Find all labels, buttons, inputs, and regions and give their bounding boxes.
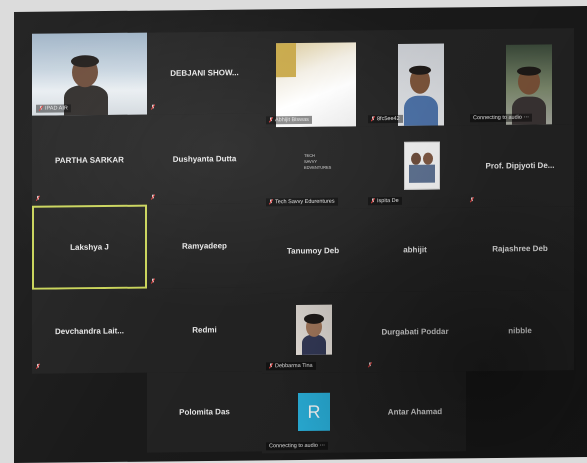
participant-tile-ramyadeep[interactable]: Ramyadeep [147, 203, 262, 289]
participant-name: Antar Ahamad [387, 407, 443, 417]
participant-grid: IPAD AIR DEBJANI SHOW... Abhijit Biswas … [14, 6, 587, 463]
participant-tile-ipad-air[interactable]: IPAD AIR [32, 32, 147, 116]
participant-tile-partha-sarkar[interactable]: PARTHA SARKAR [32, 114, 147, 206]
participant-name: Durgabati Poddar [381, 326, 449, 337]
mic-muted-icon [371, 198, 375, 204]
mic-muted-icon [39, 106, 43, 112]
participant-tile-abhijit-biswas[interactable]: Abhijit Biswas [262, 30, 364, 128]
participant-name: Lakshya J [70, 242, 109, 252]
participant-name: Rajashree Deb [492, 243, 548, 254]
participant-label: 8fc5ee42 [368, 114, 403, 124]
participant-video [296, 304, 332, 356]
mic-muted-icon [269, 363, 273, 369]
mic-muted-icon [36, 196, 40, 202]
participant-label: IPAD AIR [36, 104, 71, 113]
mic-muted-icon [151, 279, 155, 285]
participant-tile-devchandra[interactable]: Devchandra Lait... [32, 288, 147, 374]
participant-tile-redmi[interactable]: Redmi [147, 287, 262, 373]
participant-name: nibble [508, 326, 532, 336]
participant-name: abhijit [403, 245, 427, 255]
mic-muted-icon [269, 199, 273, 205]
participant-name: Polomita Das [179, 407, 230, 417]
participant-name: PARTHA SARKAR [55, 155, 124, 166]
participant-tile-polomita-das[interactable]: Polomita Das [147, 371, 262, 453]
participant-tile-durgabati-poddar[interactable]: Durgabati Poddar [364, 291, 466, 373]
participant-tile-debjani[interactable]: DEBJANI SHOW... [147, 31, 262, 115]
participant-video [32, 32, 147, 116]
participant-tile-lakshya-j[interactable]: Lakshya J [32, 204, 147, 290]
participant-tile-prof-dipjyoti[interactable]: Prof. Dipjyoti De... [466, 124, 574, 208]
participant-tile-debbarma-tina[interactable]: Debbarma Tina [262, 292, 364, 374]
participant-tile-tanumoy-deb[interactable]: Tanumoy Deb [262, 208, 364, 294]
photo-of-screen: IPAD AIR DEBJANI SHOW... Abhijit Biswas … [0, 0, 587, 463]
mic-muted-icon [151, 105, 155, 111]
avatar: R [298, 392, 330, 432]
mic-muted-icon [368, 362, 372, 368]
participant-label: Connecting to audio ⋯ [266, 441, 328, 451]
participant-name: Redmi [192, 325, 217, 335]
participant-tile-connecting-audio[interactable]: Connecting to audio ⋯ [466, 28, 574, 126]
participant-tile-8fc5ee42[interactable]: 8fc5ee42 [364, 29, 466, 127]
participant-tile-rajashree-deb[interactable]: Rajashree Deb [466, 206, 574, 292]
participant-video [276, 42, 356, 128]
participant-tile-ispita-de[interactable]: Ispita De [364, 125, 466, 209]
participant-label: Ispita De [368, 196, 402, 206]
tech-savvy-logo: TECH SAVVY EDVENTURES [304, 152, 332, 170]
participant-name: Devchandra Lait... [55, 326, 124, 337]
participant-label: Tech Savvy Edurentures [266, 197, 338, 207]
mic-muted-icon [151, 195, 155, 201]
participant-name: Tanumoy Deb [286, 246, 340, 256]
participant-name: Prof. Dipjyoti De... [485, 160, 555, 171]
zoom-gallery-view: IPAD AIR DEBJANI SHOW... Abhijit Biswas … [14, 5, 587, 463]
participant-tile-abhijit[interactable]: abhijit [364, 207, 466, 293]
mic-muted-icon [269, 117, 273, 123]
participant-name: Dushyanta Dutta [172, 154, 237, 164]
participant-tile-nibble[interactable]: nibble [466, 290, 574, 372]
mic-muted-icon [36, 364, 40, 370]
participant-video [398, 43, 444, 126]
mic-muted-icon [371, 116, 375, 122]
mic-muted-icon [470, 197, 474, 203]
participant-tile-dushyanta-dutta[interactable]: Dushyanta Dutta [147, 113, 262, 205]
participant-label: Connecting to audio ⋯ [470, 113, 532, 123]
participant-name: DEBJANI SHOW... [170, 68, 239, 78]
participant-label: Abhijit Biswas [266, 115, 312, 125]
participant-name: Ramyadeep [182, 241, 227, 251]
participant-tile-tech-savvy[interactable]: TECH SAVVY EDVENTURES Tech Savvy Edurent… [262, 126, 364, 210]
participant-label: Debbarma Tina [266, 361, 316, 371]
participant-video [404, 141, 440, 190]
participant-tile-antar-ahamad[interactable]: Antar Ahamad [364, 371, 466, 453]
participant-tile-r-connecting[interactable]: R Connecting to audio ⋯ [262, 372, 364, 454]
